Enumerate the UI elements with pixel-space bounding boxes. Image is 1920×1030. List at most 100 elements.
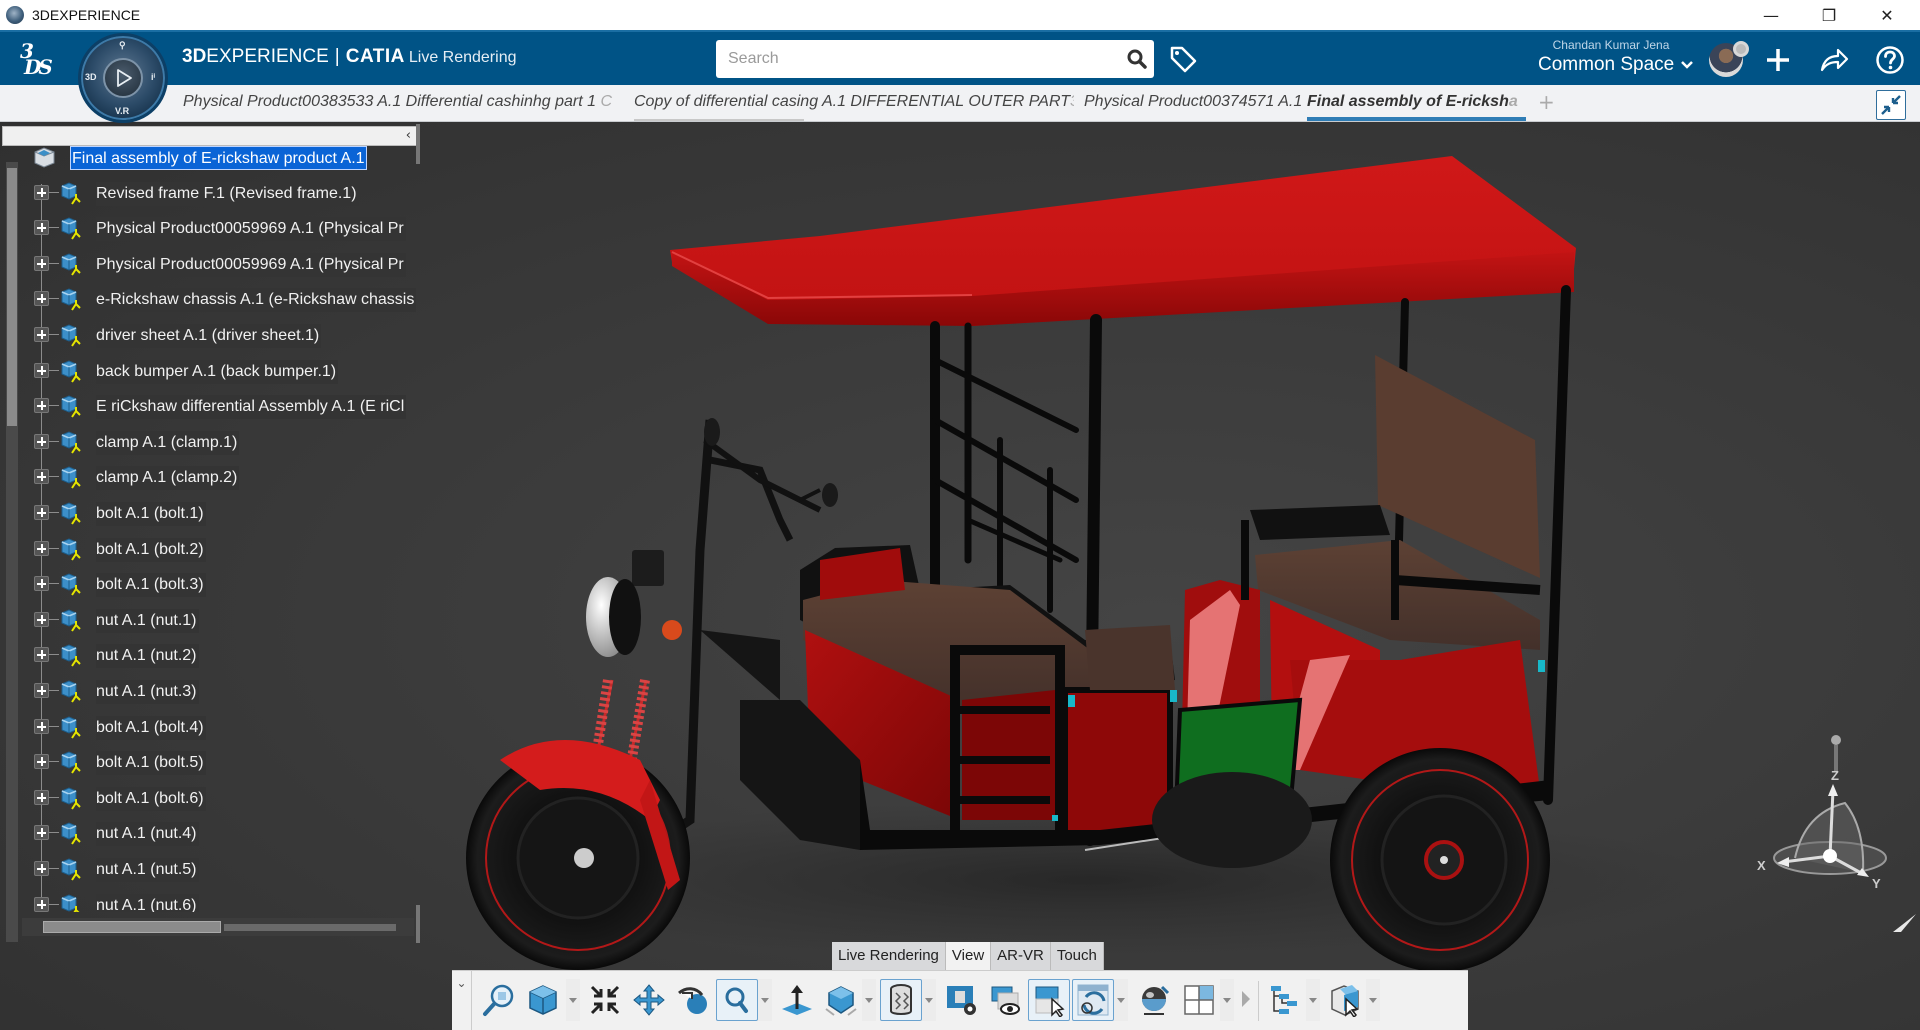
fit-all-icon[interactable] xyxy=(584,979,626,1021)
view-cube-icon[interactable] xyxy=(522,979,564,1021)
tree-node[interactable]: nut A.1 (nut.5) xyxy=(0,854,416,884)
tree-node-label[interactable]: nut A.1 (nut.4) xyxy=(96,822,199,847)
view-cube-dropdown[interactable] xyxy=(566,979,580,1021)
render-settings-icon[interactable] xyxy=(940,979,982,1021)
tree-node[interactable]: E riCkshaw differential Assembly A.1 (E … xyxy=(0,391,416,421)
tab-touch[interactable]: Touch xyxy=(1050,942,1104,970)
search-input[interactable] xyxy=(716,40,1120,78)
tab-physical-product-00374571[interactable]: Physical Product00374571 A.1 xyxy=(1084,85,1306,121)
tree-node-label[interactable]: nut A.1 (nut.3) xyxy=(96,680,199,704)
tag-icon[interactable] xyxy=(1166,42,1200,76)
product-select-dropdown[interactable] xyxy=(1366,979,1380,1021)
tree-node[interactable]: nut A.1 (nut.6) xyxy=(0,890,416,912)
tree-node-label[interactable]: nut A.1 (nut.6) xyxy=(96,893,199,912)
tree-node-label[interactable]: Revised frame F.1 (Revised frame.1) xyxy=(96,181,359,206)
expand-icon[interactable] xyxy=(34,825,49,841)
collaborative-space-dropdown[interactable]: Common Space xyxy=(1538,54,1694,76)
tree-node-label[interactable]: Physical Product00059969 A.1 (Physical P… xyxy=(96,217,406,242)
reframe-dropdown[interactable] xyxy=(1114,979,1128,1021)
tree-node[interactable]: nut A.1 (nut.2) xyxy=(0,640,416,670)
expand-icon[interactable] xyxy=(34,255,49,271)
tab-live-rendering[interactable]: Live Rendering xyxy=(832,942,946,970)
multi-view-dropdown[interactable] xyxy=(1220,979,1234,1021)
tree-node[interactable]: bolt A.1 (bolt.2) xyxy=(0,534,416,564)
tree-node[interactable]: Revised frame F.1 (Revised frame.1) xyxy=(0,178,416,208)
tree-node-label[interactable]: bolt A.1 (bolt.4) xyxy=(96,715,206,740)
tree-node-label[interactable]: nut A.1 (nut.1) xyxy=(96,608,199,633)
tree-node-label[interactable]: E riCkshaw differential Assembly A.1 (E … xyxy=(96,395,407,420)
more-tools-arrow-icon[interactable] xyxy=(1242,991,1250,1007)
tree-node-label[interactable]: driver sheet A.1 (driver sheet.1) xyxy=(96,324,322,348)
zoom-dropdown[interactable] xyxy=(758,979,772,1021)
expand-icon[interactable] xyxy=(34,220,49,236)
expand-icon[interactable] xyxy=(34,576,49,592)
tree-node[interactable]: bolt A.1 (bolt.5) xyxy=(0,747,416,777)
tab-differential-casing[interactable]: Copy of differential casing A.1 DIFFEREN… xyxy=(634,85,1074,121)
rotate-icon[interactable] xyxy=(672,979,714,1021)
normal-view-icon[interactable] xyxy=(776,979,818,1021)
scrollbar-track[interactable] xyxy=(224,924,396,931)
tree-node-label[interactable]: Final assembly of E-rickshaw product A.1 xyxy=(70,146,367,170)
view-orientation-arrow-icon[interactable] xyxy=(1893,914,1917,934)
render-style-icon[interactable] xyxy=(880,979,922,1021)
tree-node-label[interactable]: nut A.1 (nut.2) xyxy=(96,644,199,669)
expand-icon[interactable] xyxy=(34,861,49,876)
share-icon[interactable] xyxy=(1816,42,1852,78)
tree-node[interactable]: driver sheet A.1 (driver sheet.1) xyxy=(0,320,416,350)
ambience-icon[interactable] xyxy=(1134,979,1176,1021)
compass-icon[interactable]: ⚲ 3D iⁱ V.R xyxy=(78,33,168,123)
expand-icon[interactable] xyxy=(34,896,49,912)
tree-node[interactable]: nut A.1 (nut.3) xyxy=(0,676,416,706)
expand-icon[interactable] xyxy=(34,327,49,342)
expand-icon[interactable] xyxy=(34,647,49,663)
tree-node-label[interactable]: e-Rickshaw chassis A.1 (e-Rickshaw chass… xyxy=(96,288,416,313)
help-icon[interactable] xyxy=(1872,42,1908,78)
expand-icon[interactable] xyxy=(34,683,49,698)
product-select-icon[interactable] xyxy=(1324,979,1366,1021)
tree-horizontal-scrollbar[interactable] xyxy=(22,918,414,936)
tree-icon[interactable] xyxy=(1264,979,1306,1021)
expand-icon[interactable] xyxy=(34,433,49,449)
tab-ar-vr[interactable]: AR-VR xyxy=(991,942,1051,970)
tree-node[interactable]: bolt A.1 (bolt.1) xyxy=(0,498,416,528)
tab-final-assembly[interactable]: Final assembly of E-ricksha xyxy=(1307,85,1526,121)
expand-icon[interactable] xyxy=(34,789,49,805)
play-icon[interactable] xyxy=(103,58,143,98)
tab-view[interactable]: View xyxy=(945,942,992,970)
tree-node-label[interactable]: nut A.1 (nut.5) xyxy=(96,858,199,882)
expand-icon[interactable] xyxy=(34,505,49,520)
tree-node[interactable]: nut A.1 (nut.4) xyxy=(0,818,416,848)
maximize-view-button[interactable] xyxy=(1876,90,1906,120)
tree-dropdown[interactable] xyxy=(1306,979,1320,1021)
tree-node[interactable]: e-Rickshaw chassis A.1 (e-Rickshaw chass… xyxy=(0,284,416,314)
add-tab-button[interactable]: + xyxy=(1538,85,1555,121)
tree-node-label[interactable]: bolt A.1 (bolt.6) xyxy=(96,786,206,811)
collapse-action-bar-button[interactable]: ⌄ xyxy=(452,971,472,1030)
tree-node[interactable]: clamp A.1 (clamp.1) xyxy=(0,427,416,457)
expand-icon[interactable] xyxy=(34,469,49,485)
tree-node-label[interactable]: bolt A.1 (bolt.3) xyxy=(96,573,206,598)
tree-node[interactable]: bolt A.1 (bolt.6) xyxy=(0,783,416,813)
close-button[interactable]: ✕ xyxy=(1864,0,1910,30)
tree-node-label[interactable]: Physical Product00059969 A.1 (Physical P… xyxy=(96,252,406,277)
zoom-area-icon[interactable] xyxy=(478,979,520,1021)
pan-icon[interactable] xyxy=(628,979,670,1021)
scrollbar-thumb[interactable] xyxy=(43,921,221,933)
tree-node[interactable]: nut A.1 (nut.1) xyxy=(0,605,416,635)
search-box[interactable] xyxy=(716,40,1154,78)
tree-node-label[interactable]: clamp A.1 (clamp.1) xyxy=(96,430,240,455)
selection-mode-icon[interactable] xyxy=(1028,979,1070,1021)
view-mode-icon[interactable] xyxy=(820,979,862,1021)
tree-node[interactable]: bolt A.1 (bolt.3) xyxy=(0,569,416,599)
tree-node-label[interactable]: bolt A.1 (bolt.1) xyxy=(96,502,206,526)
expand-icon[interactable] xyxy=(34,718,49,734)
tab-physical-product-00383533[interactable]: Physical Product00383533 A.1 Differentia… xyxy=(183,85,621,121)
multi-view-icon[interactable] xyxy=(1178,979,1220,1021)
zoom-icon[interactable] xyxy=(716,979,758,1021)
expand-icon[interactable] xyxy=(34,291,49,307)
expand-icon[interactable] xyxy=(34,611,49,627)
expand-icon[interactable] xyxy=(34,754,49,770)
search-icon[interactable] xyxy=(1120,42,1154,76)
specification-tree[interactable]: ‹ Final assembly of E-rickshaw product A… xyxy=(0,122,420,943)
expand-icon[interactable] xyxy=(34,540,49,556)
